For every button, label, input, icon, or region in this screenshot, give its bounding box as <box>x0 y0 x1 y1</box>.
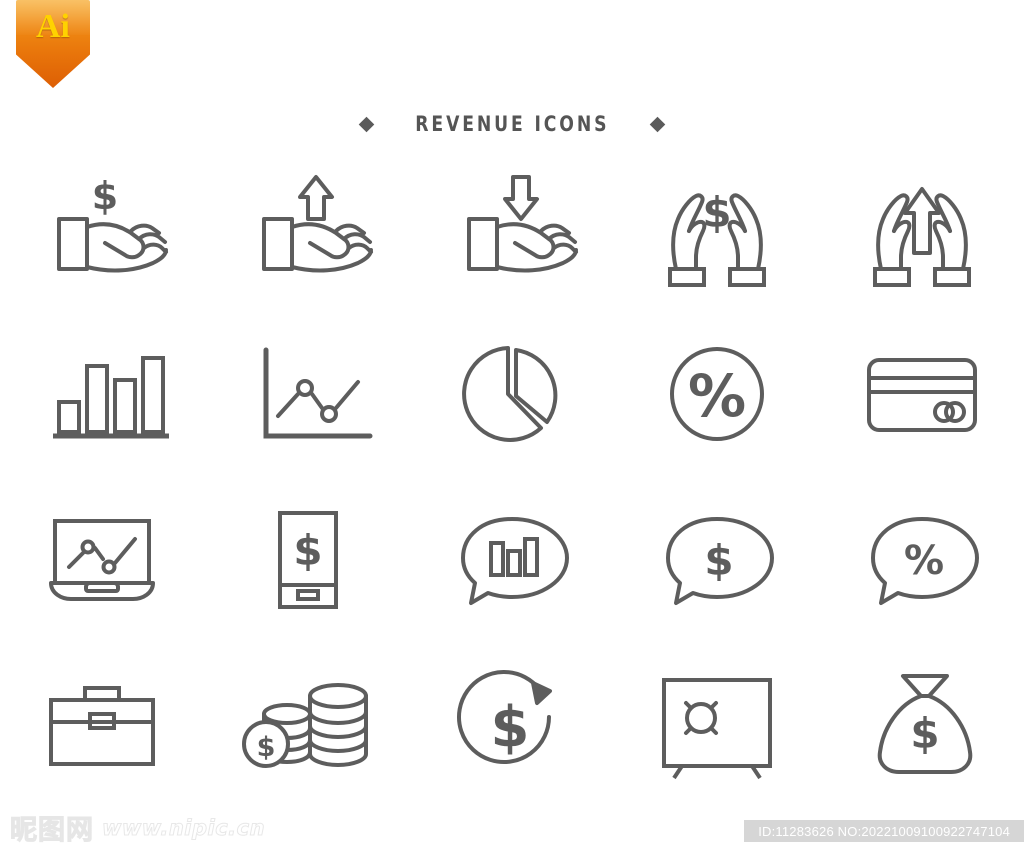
speech-bubble-percent-icon[interactable]: % <box>847 486 997 636</box>
hand-with-dollar-icon[interactable]: $ <box>27 156 177 306</box>
laptop-chart-icon[interactable] <box>27 486 177 636</box>
coin-stacks-icon[interactable]: $ <box>232 651 382 801</box>
id-bar: ID:11283626 NO:20221009100922747104 <box>744 820 1024 842</box>
hand-with-down-arrow-icon[interactable] <box>437 156 587 306</box>
svg-text:$: $ <box>257 732 276 763</box>
money-bag-icon[interactable]: $ <box>847 651 997 801</box>
svg-text:%: % <box>904 538 944 584</box>
page-title-text: REVENUE ICONS <box>414 112 610 136</box>
bar-chart-icon[interactable] <box>27 321 177 471</box>
safe-vault-icon[interactable] <box>642 651 792 801</box>
watermark-url-text: www.nipic.cn <box>101 815 266 840</box>
smartphone-dollar-icon[interactable]: $ <box>232 486 382 636</box>
hand-with-up-arrow-icon[interactable] <box>232 156 382 306</box>
pie-chart-icon[interactable] <box>437 321 587 471</box>
dollar-refresh-icon[interactable]: $ <box>437 651 587 801</box>
svg-text:$: $ <box>704 536 733 585</box>
diamond-ornament-left-icon <box>358 116 374 132</box>
page-title: REVENUE ICONS <box>0 112 1024 136</box>
speech-bubble-dollar-icon[interactable]: $ <box>642 486 792 636</box>
diamond-ornament-right-icon <box>650 116 666 132</box>
two-hands-up-arrow-icon[interactable] <box>847 156 997 306</box>
id-bar-text: ID:11283626 NO:20221009100922747104 <box>758 823 1010 839</box>
svg-text:$: $ <box>910 709 939 758</box>
svg-text:$: $ <box>294 526 323 575</box>
svg-text:$: $ <box>92 174 118 218</box>
briefcase-icon[interactable] <box>27 651 177 801</box>
two-hands-dollar-icon[interactable]: $ <box>642 156 792 306</box>
svg-text:$: $ <box>702 188 731 237</box>
svg-text:%: % <box>688 362 746 430</box>
adobe-illustrator-badge: Ai <box>16 0 90 88</box>
credit-card-icon[interactable] <box>847 321 997 471</box>
watermark: 昵图网 www.nipic.cn <box>10 808 266 847</box>
percent-circle-icon[interactable]: % <box>642 321 792 471</box>
ai-badge-label: Ai <box>36 8 70 45</box>
line-graph-icon[interactable] <box>232 321 382 471</box>
watermark-cn-text: 昵图网 <box>10 815 94 847</box>
speech-bubble-bar-chart-icon[interactable] <box>437 486 587 636</box>
icon-grid: $ $ % $ $ % $ $ $ <box>0 148 1024 808</box>
svg-text:$: $ <box>491 695 530 760</box>
